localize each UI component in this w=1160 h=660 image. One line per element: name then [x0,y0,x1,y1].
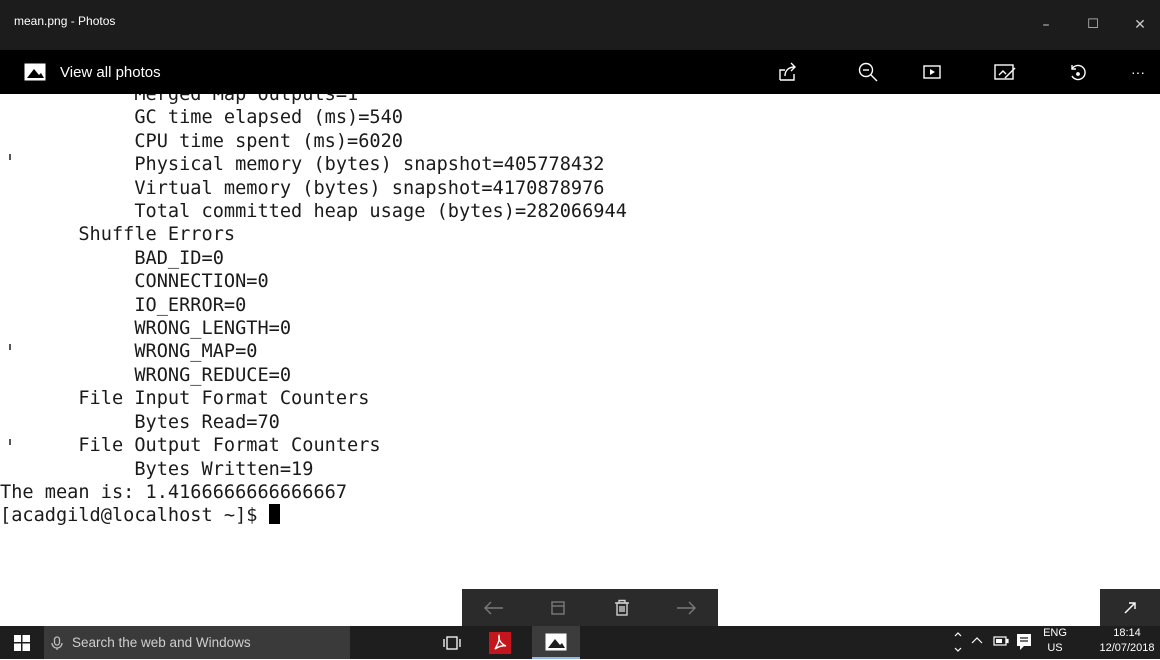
terminal-line: Total committed heap usage (bytes)=28206… [0,201,627,223]
window-title: mean.png - Photos [14,14,116,28]
search-placeholder: Search the web and Windows [72,635,251,650]
tray-chevron-icon[interactable] [970,634,984,651]
terminal-output: Merged Map outputs=1 GC time elapsed (ms… [0,94,627,528]
terminal-line: Merged Map outputs=1 [0,94,359,105]
taskbar: Search the web and Windows ENG US 18:14 … [0,626,1160,659]
photos-app-icon [545,633,567,650]
terminal-line: CPU time spent (ms)=6020 [0,130,403,152]
terminal-line: Bytes Written=19 [0,458,314,480]
terminal-line: WRONG_REDUCE=0 [0,364,292,386]
chevron-up-down-icon [954,632,962,652]
previous-arrow-icon[interactable] [462,589,526,626]
delete-icon[interactable] [590,589,654,626]
zoom-out-icon[interactable] [846,50,890,94]
more-icon[interactable]: ··· [1116,50,1160,94]
terminal-line: Physical memory (bytes) snapshot=4057784… [0,154,605,176]
terminal-line: IO_ERROR=0 [0,294,247,316]
language-code: ENG [1043,627,1067,639]
clock[interactable]: 18:14 12/07/2018 [1094,626,1160,659]
show-hidden-icons-button[interactable] [952,627,966,659]
terminal-line: GC time elapsed (ms)=540 [0,107,403,129]
task-view-icon [443,635,461,650]
terminal-line: BAD_ID=0 [0,247,224,269]
terminal-line: File Input Format Counters [0,388,370,410]
task-view-button[interactable] [428,626,476,659]
language-indicator[interactable]: ENG US [1038,626,1072,659]
close-button[interactable]: ✕ [1120,0,1160,50]
edge-mark [9,344,11,350]
taskbar-photos[interactable] [532,626,580,659]
action-center-icon[interactable] [1016,633,1032,654]
start-button[interactable] [0,626,44,659]
terminal-line: Bytes Read=70 [0,411,280,433]
terminal-cursor [268,504,280,525]
view-all-photos-label: View all photos [60,63,161,81]
taskbar-search[interactable]: Search the web and Windows [44,626,350,659]
region-code: US [1047,642,1063,654]
terminal-line: Shuffle Errors [0,224,236,246]
terminal-line: [acadgild@localhost ~]$ [0,505,269,527]
terminal-line: Virtual memory (bytes) snapshot=41708789… [0,177,605,199]
terminal-line: The mean is: 1.4166666666666667 [0,481,348,503]
edge-mark [9,439,11,445]
view-all-photos-button[interactable]: View all photos [24,58,161,86]
photo-nav-bar [462,589,718,626]
left-edge [0,94,11,626]
maximize-button[interactable]: ☐ [1073,0,1113,50]
edge-mark [9,154,11,160]
photo-icon [24,63,46,81]
clock-date: 12/07/2018 [1099,642,1155,654]
edit-icon[interactable] [983,50,1027,94]
expand-icon [1124,601,1136,613]
notification-icon [1017,634,1031,650]
slideshow-icon[interactable] [910,50,954,94]
next-arrow-icon[interactable] [654,589,718,626]
share-icon[interactable] [766,50,810,94]
microphone-icon [51,636,63,650]
fullscreen-button[interactable] [1100,589,1160,626]
windows-logo-icon [14,634,30,651]
clock-time: 18:14 [1113,627,1141,639]
film-strip-icon[interactable] [526,589,590,626]
acrobat-icon [489,631,511,654]
taskbar-acrobat[interactable] [476,626,524,659]
minimize-button[interactable]: – [1026,0,1066,50]
title-bar: mean.png - Photos – ☐ ✕ [0,0,1160,50]
terminal-line: WRONG_LENGTH=0 [0,318,292,340]
terminal-line: File Output Format Counters [0,435,381,457]
photo-view: Merged Map outputs=1 GC time elapsed (ms… [0,94,1160,626]
battery-icon[interactable] [993,635,1009,650]
photo-toolbar: View all photos ··· [0,50,1160,94]
terminal-line: WRONG_MAP=0 [0,341,258,363]
terminal-line: CONNECTION=0 [0,271,269,293]
rotate-icon[interactable] [1056,50,1100,94]
